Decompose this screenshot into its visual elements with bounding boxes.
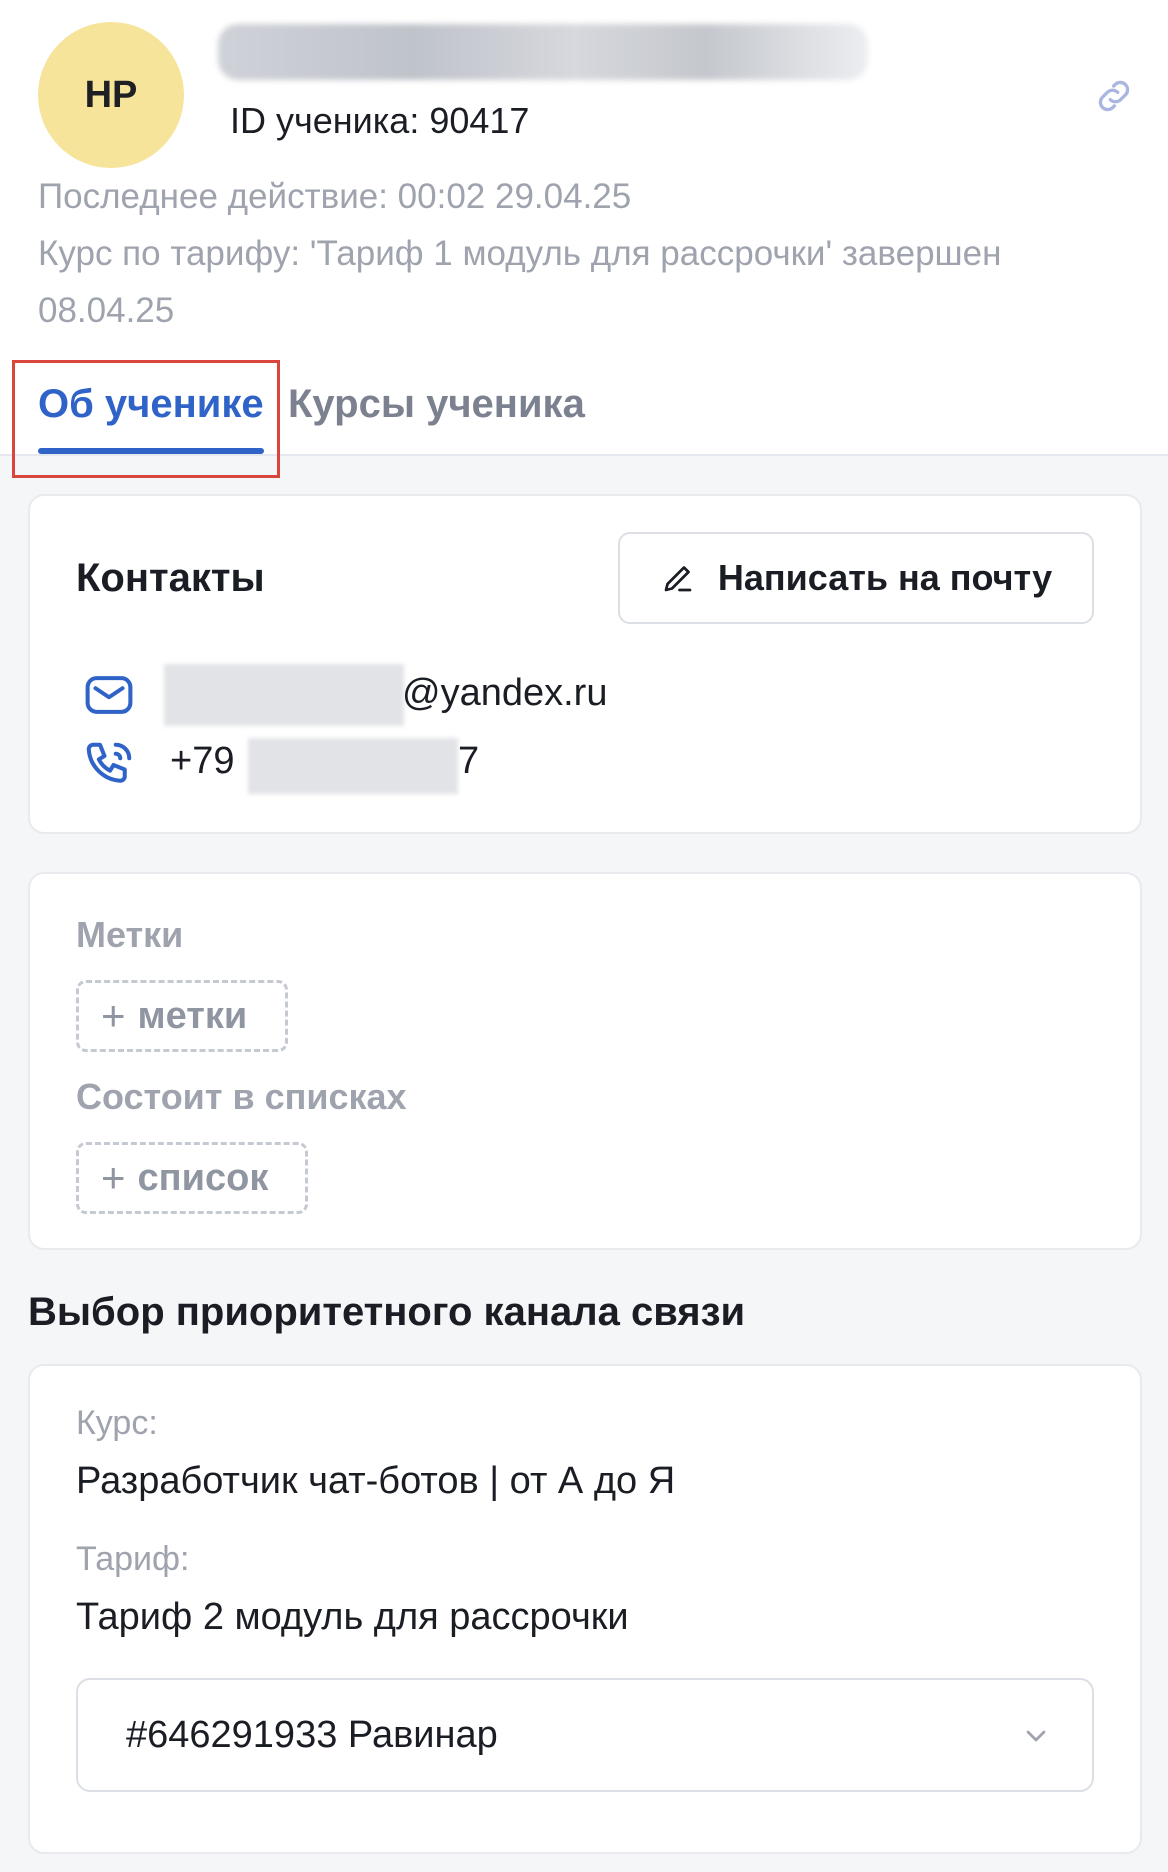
course-value: Разработчик чат-ботов | от А до Я [76,1460,676,1502]
email-domain[interactable]: @yandex.ru [402,672,607,715]
tags-label: Метки [76,914,184,955]
chevron-down-icon[interactable] [1020,1720,1052,1752]
add-tag-label: метки [137,994,248,1037]
course-label: Курс: [76,1404,158,1442]
add-list-button[interactable]: + список [76,1142,308,1214]
pencil-icon [664,566,692,592]
email-user-redacted [164,664,404,726]
add-list-label: список [137,1156,269,1199]
tariff-label: Тариф: [76,1540,190,1578]
student-name-redacted [218,24,868,80]
link-icon[interactable] [1092,74,1136,118]
tariff-value: Тариф 2 модуль для рассрочки [76,1596,629,1638]
student-id: ID ученика: 90417 [230,100,530,141]
phone-redacted [248,738,458,794]
mail-icon [85,676,133,714]
write-email-label: Написать на почту [717,557,1053,598]
course-status: Курс по тарифу: 'Тариф 1 модуль для расс… [38,234,1002,330]
contacts-title: Контакты [76,556,265,600]
channel-section-title: Выбор приоритетного канала связи [28,1290,746,1334]
phone-prefix[interactable]: +79 [170,740,234,783]
phone-suffix: 7 [458,740,480,782]
add-tag-button[interactable]: + метки [76,980,288,1052]
phone-icon [86,742,132,783]
write-email-button[interactable]: Написать на почту [618,532,1094,624]
tab-student-courses[interactable]: Курсы ученика [288,382,585,427]
avatar: НР [38,22,184,168]
lists-label: Состоит в списках [76,1076,407,1117]
tab-highlight-box [12,360,280,478]
channel-select-value: #646291933 Равинар [126,1713,498,1756]
channel-select[interactable]: #646291933 Равинар [76,1678,1094,1792]
last-action: Последнее действие: 00:02 29.04.25 [38,177,632,216]
plus-icon: + [101,1154,126,1201]
plus-icon: + [101,992,126,1039]
